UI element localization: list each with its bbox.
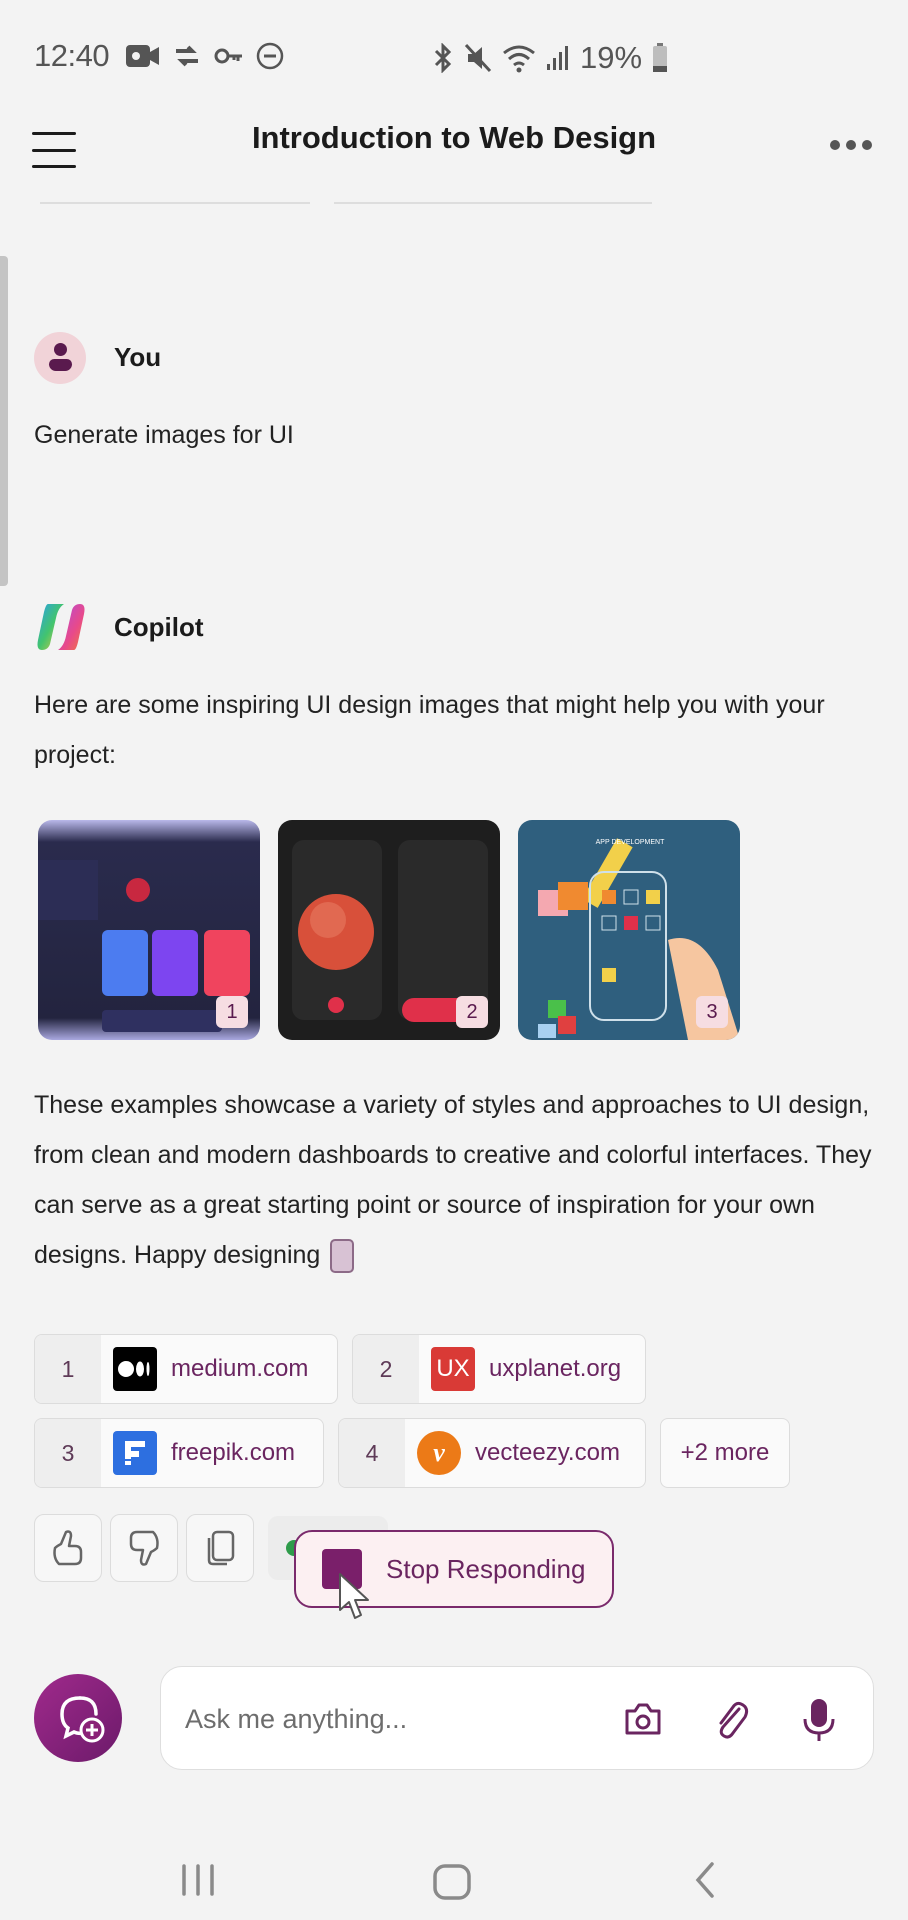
chat-input[interactable]	[185, 1697, 605, 1741]
assistant-intro: Here are some inspiring UI design images…	[34, 691, 825, 769]
video-camera-icon	[126, 45, 159, 67]
more-citations-button[interactable]: +2 more	[660, 1418, 790, 1488]
assistant-body-text: These examples showcase a variety of sty…	[34, 1091, 872, 1269]
recent-apps-button[interactable]	[178, 1860, 218, 1900]
battery-percent: 19%	[580, 40, 643, 75]
status-bar: 12:40 19%	[0, 0, 908, 110]
more-dots-icon	[830, 140, 840, 150]
copilot-logo-icon	[37, 604, 85, 650]
copy-button[interactable]	[186, 1514, 254, 1582]
citation-freepik[interactable]: 3 freepik.com	[34, 1418, 324, 1488]
camera-icon[interactable]	[621, 1697, 665, 1741]
page-title: Introduction to Web Design	[251, 120, 657, 155]
person-icon	[54, 343, 67, 356]
vecteezy-logo-icon: v	[417, 1431, 461, 1475]
key-icon	[214, 48, 242, 64]
do-not-disturb-icon	[256, 42, 284, 70]
freepik-logo-icon	[113, 1431, 157, 1475]
image-badge: 2	[456, 996, 488, 1028]
thumbs-down-icon	[129, 1530, 159, 1566]
more-dots-icon	[846, 140, 856, 150]
status-right-icons: 19%	[432, 40, 668, 76]
status-time: 12:40	[34, 38, 110, 73]
citation-label: uxplanet.org	[489, 1355, 622, 1382]
divider-line	[40, 202, 310, 204]
citation-number: 4	[339, 1419, 405, 1487]
thumbs-up-icon	[53, 1530, 83, 1566]
citation-number: 2	[353, 1335, 419, 1403]
citation-label: medium.com	[171, 1355, 309, 1382]
user-avatar	[34, 332, 86, 384]
mouse-cursor-icon	[339, 1573, 369, 1619]
status-left-icons	[126, 42, 284, 70]
assistant-body: These examples showcase a variety of sty…	[34, 1080, 884, 1280]
microphone-icon[interactable]	[797, 1697, 841, 1741]
app-header: Introduction to Web Design	[0, 110, 908, 210]
image-badge: 3	[696, 996, 728, 1028]
chat-input-container	[160, 1666, 874, 1770]
home-button[interactable]	[430, 1860, 474, 1904]
assistant-name: Copilot	[114, 612, 204, 642]
citation-label: vecteezy.com	[475, 1439, 620, 1466]
user-message: Generate images for UI	[34, 421, 294, 449]
new-chat-icon	[60, 1696, 105, 1743]
new-chat-button[interactable]	[34, 1674, 122, 1762]
citation-vecteezy[interactable]: 4 v vecteezy.com	[338, 1418, 646, 1488]
more-dots-icon	[862, 140, 872, 150]
signal-icon	[547, 46, 568, 70]
image-badge: 1	[216, 996, 248, 1028]
more-options-button[interactable]	[830, 140, 872, 150]
citation-medium[interactable]: 1 medium.com	[34, 1334, 338, 1404]
image-thumbnail-app-development[interactable]: APP DEVELOPMENT 3	[518, 820, 740, 1040]
stop-responding-label: Stop Responding	[386, 1553, 586, 1584]
sync-icon	[176, 45, 198, 67]
bluetooth-icon	[434, 43, 452, 73]
uxplanet-logo-icon: UX	[431, 1347, 475, 1391]
copy-icon	[207, 1530, 235, 1566]
citation-number: 1	[35, 1335, 101, 1403]
more-citations-label: +2 more	[680, 1439, 770, 1466]
system-nav-bar	[0, 1840, 908, 1920]
divider-line	[334, 202, 652, 204]
paperclip-icon[interactable]	[709, 1697, 753, 1741]
wifi-icon	[503, 45, 535, 73]
emoji-placeholder-icon	[330, 1239, 355, 1274]
image-thumbnail-dashboard[interactable]: 1	[38, 820, 260, 1040]
battery-icon	[653, 43, 668, 72]
thumbs-up-button[interactable]	[34, 1514, 102, 1582]
back-button[interactable]	[690, 1860, 720, 1900]
citation-number: 3	[35, 1419, 101, 1487]
person-icon-body	[49, 359, 72, 371]
citation-label: freepik.com	[171, 1439, 296, 1466]
mute-icon	[464, 43, 492, 73]
scrollbar[interactable]	[0, 256, 8, 586]
image-gallery: 1 2 APP DEVELOPMENT 3	[38, 820, 740, 1040]
hamburger-icon-line	[32, 165, 76, 168]
image-caption: APP DEVELOPMENT	[596, 839, 665, 846]
user-name: You	[114, 342, 162, 372]
image-thumbnail-music-player[interactable]: 2	[278, 820, 500, 1040]
citation-uxplanet[interactable]: 2 UX uxplanet.org	[352, 1334, 646, 1404]
thumbs-down-button[interactable]	[110, 1514, 178, 1582]
medium-logo-icon	[113, 1347, 157, 1391]
